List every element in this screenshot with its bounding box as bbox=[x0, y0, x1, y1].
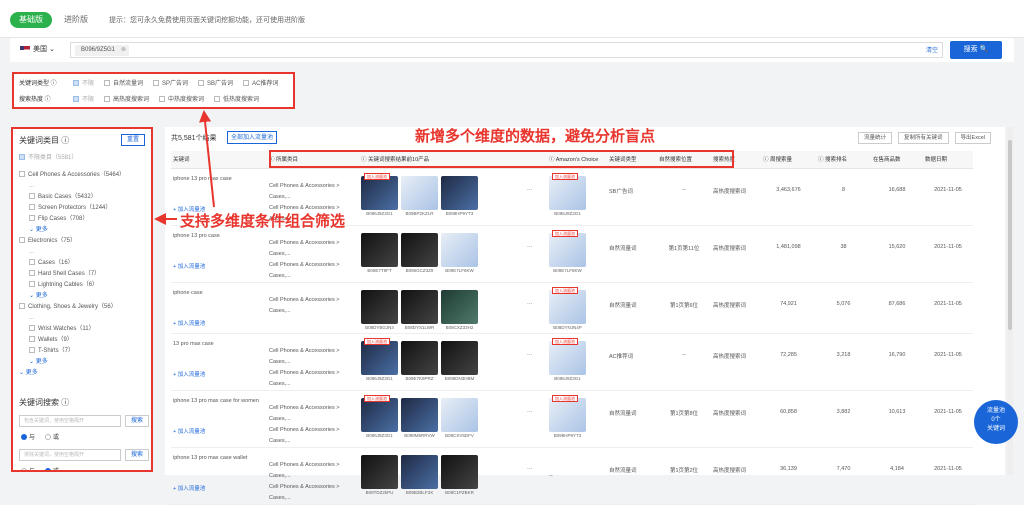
asin-label: B09C1PZBKR bbox=[445, 489, 474, 495]
traffic-pool-button[interactable]: 流量池 0个 关键词 bbox=[974, 400, 1018, 444]
arrow-up bbox=[199, 110, 215, 208]
scrollbar-thumb[interactable] bbox=[1008, 140, 1012, 330]
add-pool-link[interactable]: + 加入流量池 bbox=[173, 484, 265, 492]
asin-label: B09B2BLF3X bbox=[405, 489, 434, 495]
asin-label: B09TDZ2kPU bbox=[365, 489, 394, 495]
annotation-arrows bbox=[154, 110, 215, 225]
